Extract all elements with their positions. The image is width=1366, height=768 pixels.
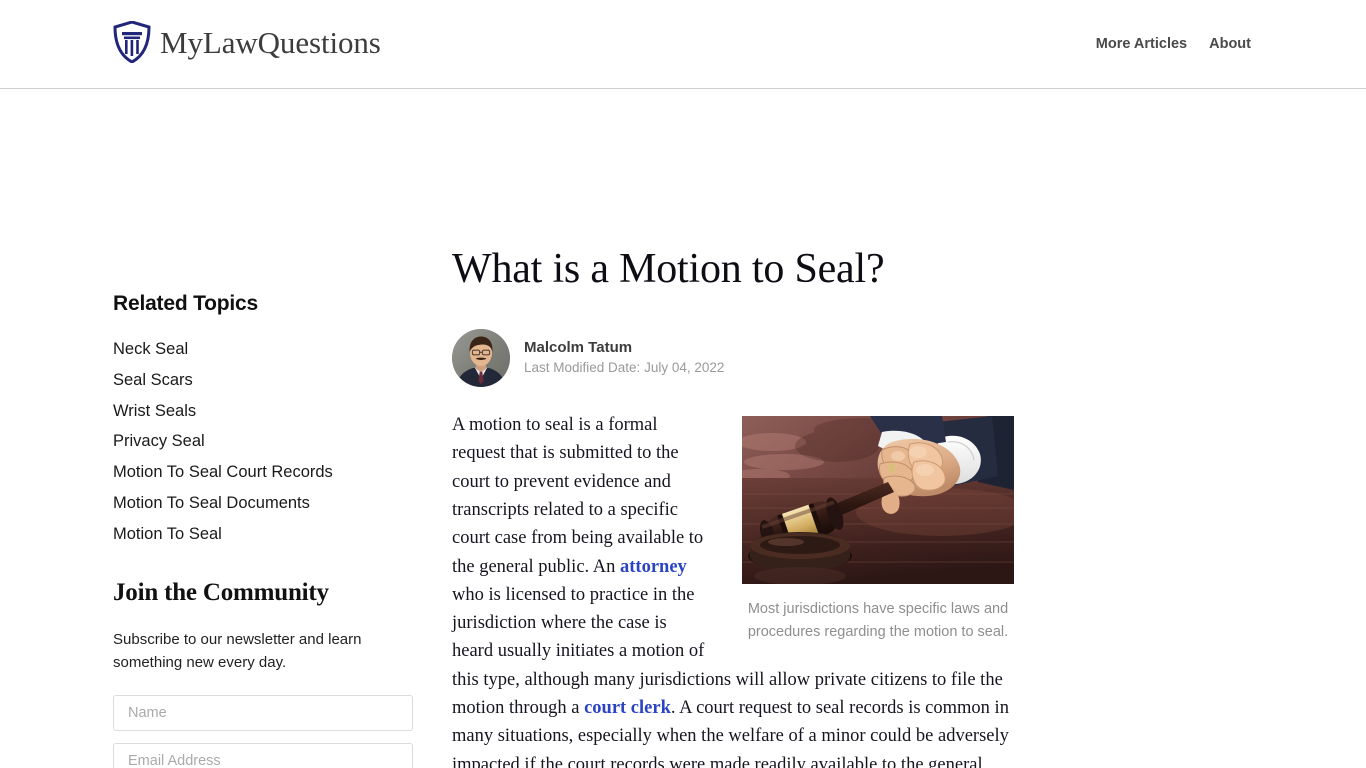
nav-about[interactable]: About [1209, 36, 1251, 52]
figure-caption: Most jurisdictions have specific laws an… [747, 601, 1009, 641]
list-item: Privacy Seal [113, 432, 415, 452]
newsletter-email-input[interactable] [113, 743, 413, 768]
page-title: What is a Motion to Seal? [452, 246, 885, 292]
article-body: Most jurisdictions have specific laws an… [452, 411, 1014, 768]
list-item: Motion To Seal Court Records [113, 463, 415, 483]
main-navigation: More Articles About [1096, 36, 1251, 52]
list-item: Wrist Seals [113, 402, 415, 422]
topic-link-seal-scars[interactable]: Seal Scars [113, 371, 193, 389]
topic-link-neck-seal[interactable]: Neck Seal [113, 340, 188, 358]
list-item: Seal Scars [113, 371, 415, 391]
list-item: Neck Seal [113, 340, 415, 360]
topic-link-wrist-seals[interactable]: Wrist Seals [113, 402, 196, 420]
site-brand-name: MyLawQuestions [160, 24, 381, 60]
list-item: Motion To Seal Documents [113, 494, 415, 514]
site-header: MyLawQuestions More Articles About [0, 0, 1366, 89]
nav-more-articles[interactable]: More Articles [1096, 36, 1187, 52]
newsletter-description: Subscribe to our newsletter and learn so… [113, 631, 362, 671]
article: What is a Motion to Seal? Malcolm Tatum … [452, 246, 1014, 768]
shield-column-logo-icon [113, 20, 151, 64]
topic-link-motion-to-seal-court-records[interactable]: Motion To Seal Court Records [113, 463, 333, 481]
avatar [452, 329, 510, 388]
inline-link-court-clerk[interactable]: court clerk [584, 698, 671, 718]
topic-link-privacy-seal[interactable]: Privacy Seal [113, 432, 205, 450]
byline-text: Malcolm Tatum Last Modified Date: July 0… [524, 340, 724, 375]
article-byline: Malcolm Tatum Last Modified Date: July 0… [452, 329, 1014, 388]
related-topics-list: Neck Seal Seal Scars Wrist Seals Privacy… [113, 340, 415, 545]
related-topics-panel: Related Topics Neck Seal Seal Scars Wris… [113, 292, 415, 556]
author-name[interactable]: Malcolm Tatum [524, 340, 724, 357]
newsletter-signup-panel: Join the Community Subscribe to our news… [113, 579, 415, 768]
related-topics-heading: Related Topics [113, 292, 259, 315]
site-logo-link[interactable]: MyLawQuestions [113, 20, 381, 64]
newsletter-heading: Join the Community [113, 579, 329, 606]
newsletter-name-input[interactable] [113, 695, 413, 731]
inline-link-attorney[interactable]: attorney [620, 557, 687, 577]
last-modified-date: Last Modified Date: July 04, 2022 [524, 359, 725, 375]
gavel-desk-image [742, 416, 1014, 585]
list-item: Motion To Seal [113, 525, 415, 545]
body-text-segment-1: A motion to seal is a formal request tha… [452, 415, 704, 577]
article-figure: Most jurisdictions have specific laws an… [742, 416, 1014, 644]
topic-link-motion-to-seal[interactable]: Motion To Seal [113, 525, 222, 543]
topic-link-motion-to-seal-documents[interactable]: Motion To Seal Documents [113, 494, 310, 512]
